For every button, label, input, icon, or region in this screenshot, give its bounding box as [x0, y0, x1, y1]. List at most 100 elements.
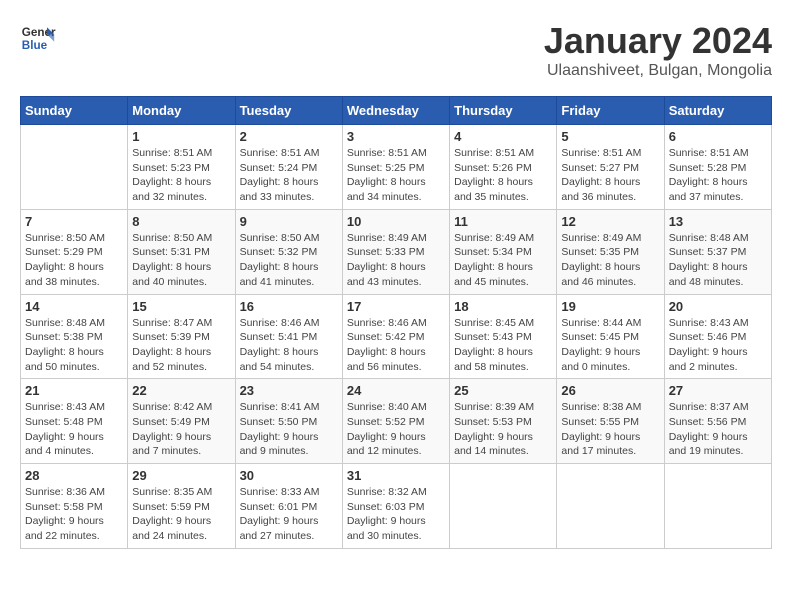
day-info: Sunrise: 8:51 AM Sunset: 5:23 PM Dayligh… [132, 146, 230, 205]
table-cell: 24 Sunrise: 8:40 AM Sunset: 5:52 PM Dayli… [342, 379, 449, 464]
table-cell: 8 Sunrise: 8:50 AM Sunset: 5:31 PM Daylig… [128, 209, 235, 294]
table-cell: 6Sunrise: 8:51 AM Sunset: 5:28 PM Daylig… [664, 125, 771, 210]
table-cell: 13 Sunrise: 8:48 AM Sunset: 5:37 PM Dayli… [664, 209, 771, 294]
day-number: 21 [25, 383, 123, 398]
day-info: Sunrise: 8:49 AM Sunset: 5:33 PM Dayligh… [347, 231, 445, 290]
day-info: Sunrise: 8:36 AM Sunset: 5:58 PM Dayligh… [25, 485, 123, 544]
table-cell: 26 Sunrise: 8:38 AM Sunset: 5:55 PM Dayli… [557, 379, 664, 464]
day-number: 2 [240, 129, 338, 144]
table-cell: 21 Sunrise: 8:43 AM Sunset: 5:48 PM Dayli… [21, 379, 128, 464]
day-info: Sunrise: 8:32 AM Sunset: 6:03 PM Dayligh… [347, 485, 445, 544]
header-row: Sunday Monday Tuesday Wednesday Thursday… [21, 97, 772, 125]
table-cell: 4Sunrise: 8:51 AM Sunset: 5:26 PM Daylig… [450, 125, 557, 210]
calendar-week-row: 7 Sunrise: 8:50 AM Sunset: 5:29 PM Daylig… [21, 209, 772, 294]
day-info: Sunrise: 8:44 AM Sunset: 5:45 PM Dayligh… [561, 316, 659, 375]
table-cell: 19 Sunrise: 8:44 AM Sunset: 5:45 PM Dayli… [557, 294, 664, 379]
day-number: 30 [240, 468, 338, 483]
day-number: 19 [561, 299, 659, 314]
day-number: 22 [132, 383, 230, 398]
calendar-header: Sunday Monday Tuesday Wednesday Thursday… [21, 97, 772, 125]
table-cell: 15Sunrise: 8:47 AM Sunset: 5:39 PM Dayli… [128, 294, 235, 379]
day-number: 7 [25, 214, 123, 229]
day-info: Sunrise: 8:42 AM Sunset: 5:49 PM Dayligh… [132, 400, 230, 459]
day-number: 29 [132, 468, 230, 483]
page-header: General Blue January 2024 Ulaanshiveet, … [20, 20, 772, 80]
calendar-table: Sunday Monday Tuesday Wednesday Thursday… [20, 96, 772, 549]
day-number: 5 [561, 129, 659, 144]
table-cell: 16 Sunrise: 8:46 AM Sunset: 5:41 PM Dayli… [235, 294, 342, 379]
day-number: 14 [25, 299, 123, 314]
day-number: 27 [669, 383, 767, 398]
day-info: Sunrise: 8:48 AM Sunset: 5:38 PM Dayligh… [25, 316, 123, 375]
day-info: Sunrise: 8:50 AM Sunset: 5:32 PM Dayligh… [240, 231, 338, 290]
day-info: Sunrise: 8:51 AM Sunset: 5:24 PM Dayligh… [240, 146, 338, 205]
table-cell: 11Sunrise: 8:49 AM Sunset: 5:34 PM Dayli… [450, 209, 557, 294]
calendar-body: 1Sunrise: 8:51 AM Sunset: 5:23 PM Daylig… [21, 125, 772, 549]
table-cell: 20Sunrise: 8:43 AM Sunset: 5:46 PM Dayli… [664, 294, 771, 379]
col-sunday: Sunday [21, 97, 128, 125]
day-info: Sunrise: 8:46 AM Sunset: 5:41 PM Dayligh… [240, 316, 338, 375]
day-number: 6 [669, 129, 767, 144]
table-cell: 31 Sunrise: 8:32 AM Sunset: 6:03 PM Dayli… [342, 464, 449, 549]
day-number: 24 [347, 383, 445, 398]
table-cell: 28Sunrise: 8:36 AM Sunset: 5:58 PM Dayli… [21, 464, 128, 549]
table-cell: 22 Sunrise: 8:42 AM Sunset: 5:49 PM Dayli… [128, 379, 235, 464]
col-thursday: Thursday [450, 97, 557, 125]
table-cell: 23 Sunrise: 8:41 AM Sunset: 5:50 PM Dayli… [235, 379, 342, 464]
calendar-week-row: 14 Sunrise: 8:48 AM Sunset: 5:38 PM Dayli… [21, 294, 772, 379]
day-info: Sunrise: 8:46 AM Sunset: 5:42 PM Dayligh… [347, 316, 445, 375]
day-number: 11 [454, 214, 552, 229]
day-number: 8 [132, 214, 230, 229]
day-info: Sunrise: 8:35 AM Sunset: 5:59 PM Dayligh… [132, 485, 230, 544]
logo: General Blue [20, 20, 56, 56]
day-info: Sunrise: 8:43 AM Sunset: 5:48 PM Dayligh… [25, 400, 123, 459]
day-number: 26 [561, 383, 659, 398]
calendar-title: January 2024 [544, 20, 772, 62]
day-number: 31 [347, 468, 445, 483]
day-info: Sunrise: 8:48 AM Sunset: 5:37 PM Dayligh… [669, 231, 767, 290]
day-number: 12 [561, 214, 659, 229]
svg-text:Blue: Blue [22, 39, 48, 52]
table-cell: 18 Sunrise: 8:45 AM Sunset: 5:43 PM Dayli… [450, 294, 557, 379]
table-cell: 12 Sunrise: 8:49 AM Sunset: 5:35 PM Dayli… [557, 209, 664, 294]
table-cell: 27 Sunrise: 8:37 AM Sunset: 5:56 PM Dayli… [664, 379, 771, 464]
calendar-week-row: 1Sunrise: 8:51 AM Sunset: 5:23 PM Daylig… [21, 125, 772, 210]
table-cell: 10 Sunrise: 8:49 AM Sunset: 5:33 PM Dayli… [342, 209, 449, 294]
table-cell: 7 Sunrise: 8:50 AM Sunset: 5:29 PM Daylig… [21, 209, 128, 294]
day-info: Sunrise: 8:49 AM Sunset: 5:35 PM Dayligh… [561, 231, 659, 290]
col-wednesday: Wednesday [342, 97, 449, 125]
table-cell: 1Sunrise: 8:51 AM Sunset: 5:23 PM Daylig… [128, 125, 235, 210]
day-info: Sunrise: 8:50 AM Sunset: 5:29 PM Dayligh… [25, 231, 123, 290]
table-cell [664, 464, 771, 549]
day-info: Sunrise: 8:45 AM Sunset: 5:43 PM Dayligh… [454, 316, 552, 375]
day-info: Sunrise: 8:37 AM Sunset: 5:56 PM Dayligh… [669, 400, 767, 459]
col-tuesday: Tuesday [235, 97, 342, 125]
col-saturday: Saturday [664, 97, 771, 125]
calendar-week-row: 21 Sunrise: 8:43 AM Sunset: 5:48 PM Dayli… [21, 379, 772, 464]
day-info: Sunrise: 8:39 AM Sunset: 5:53 PM Dayligh… [454, 400, 552, 459]
day-info: Sunrise: 8:38 AM Sunset: 5:55 PM Dayligh… [561, 400, 659, 459]
table-cell [21, 125, 128, 210]
col-monday: Monday [128, 97, 235, 125]
day-number: 16 [240, 299, 338, 314]
day-number: 18 [454, 299, 552, 314]
table-cell: 29 Sunrise: 8:35 AM Sunset: 5:59 PM Dayli… [128, 464, 235, 549]
table-cell: 2 Sunrise: 8:51 AM Sunset: 5:24 PM Daylig… [235, 125, 342, 210]
day-number: 9 [240, 214, 338, 229]
day-info: Sunrise: 8:43 AM Sunset: 5:46 PM Dayligh… [669, 316, 767, 375]
day-number: 15 [132, 299, 230, 314]
col-friday: Friday [557, 97, 664, 125]
day-info: Sunrise: 8:40 AM Sunset: 5:52 PM Dayligh… [347, 400, 445, 459]
table-cell: 9 Sunrise: 8:50 AM Sunset: 5:32 PM Daylig… [235, 209, 342, 294]
day-number: 23 [240, 383, 338, 398]
calendar-week-row: 28Sunrise: 8:36 AM Sunset: 5:58 PM Dayli… [21, 464, 772, 549]
day-number: 10 [347, 214, 445, 229]
day-number: 13 [669, 214, 767, 229]
table-cell: 5 Sunrise: 8:51 AM Sunset: 5:27 PM Daylig… [557, 125, 664, 210]
day-info: Sunrise: 8:51 AM Sunset: 5:25 PM Dayligh… [347, 146, 445, 205]
calendar-subtitle: Ulaanshiveet, Bulgan, Mongolia [544, 62, 772, 80]
day-info: Sunrise: 8:41 AM Sunset: 5:50 PM Dayligh… [240, 400, 338, 459]
day-info: Sunrise: 8:51 AM Sunset: 5:27 PM Dayligh… [561, 146, 659, 205]
day-info: Sunrise: 8:50 AM Sunset: 5:31 PM Dayligh… [132, 231, 230, 290]
table-cell: 17Sunrise: 8:46 AM Sunset: 5:42 PM Dayli… [342, 294, 449, 379]
